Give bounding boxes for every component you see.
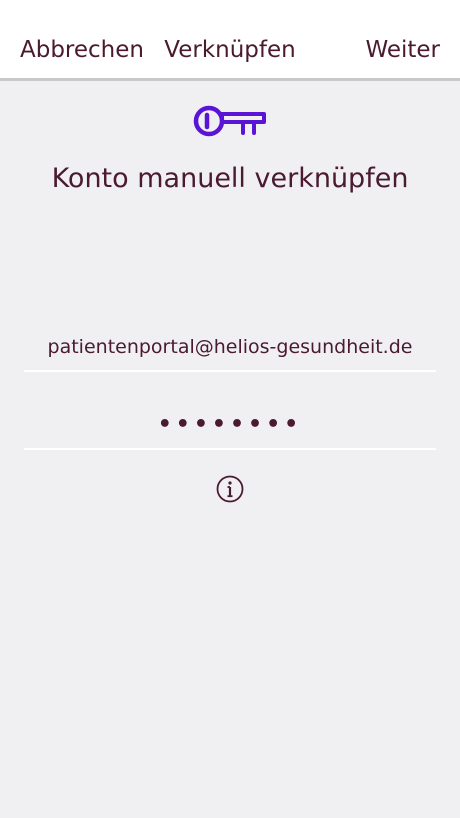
cancel-button[interactable]: Abbrechen <box>20 34 144 66</box>
email-field[interactable] <box>24 324 436 372</box>
next-button[interactable]: Weiter <box>365 34 440 66</box>
key-icon <box>193 105 266 137</box>
navigation-bar: Abbrechen Verknüpfen Weiter <box>0 0 460 81</box>
page-heading: Konto manuell verknüpfen <box>51 163 409 194</box>
info-icon[interactable] <box>215 474 245 504</box>
nav-title: Verknüpfen <box>164 37 296 63</box>
password-field[interactable] <box>24 400 436 450</box>
